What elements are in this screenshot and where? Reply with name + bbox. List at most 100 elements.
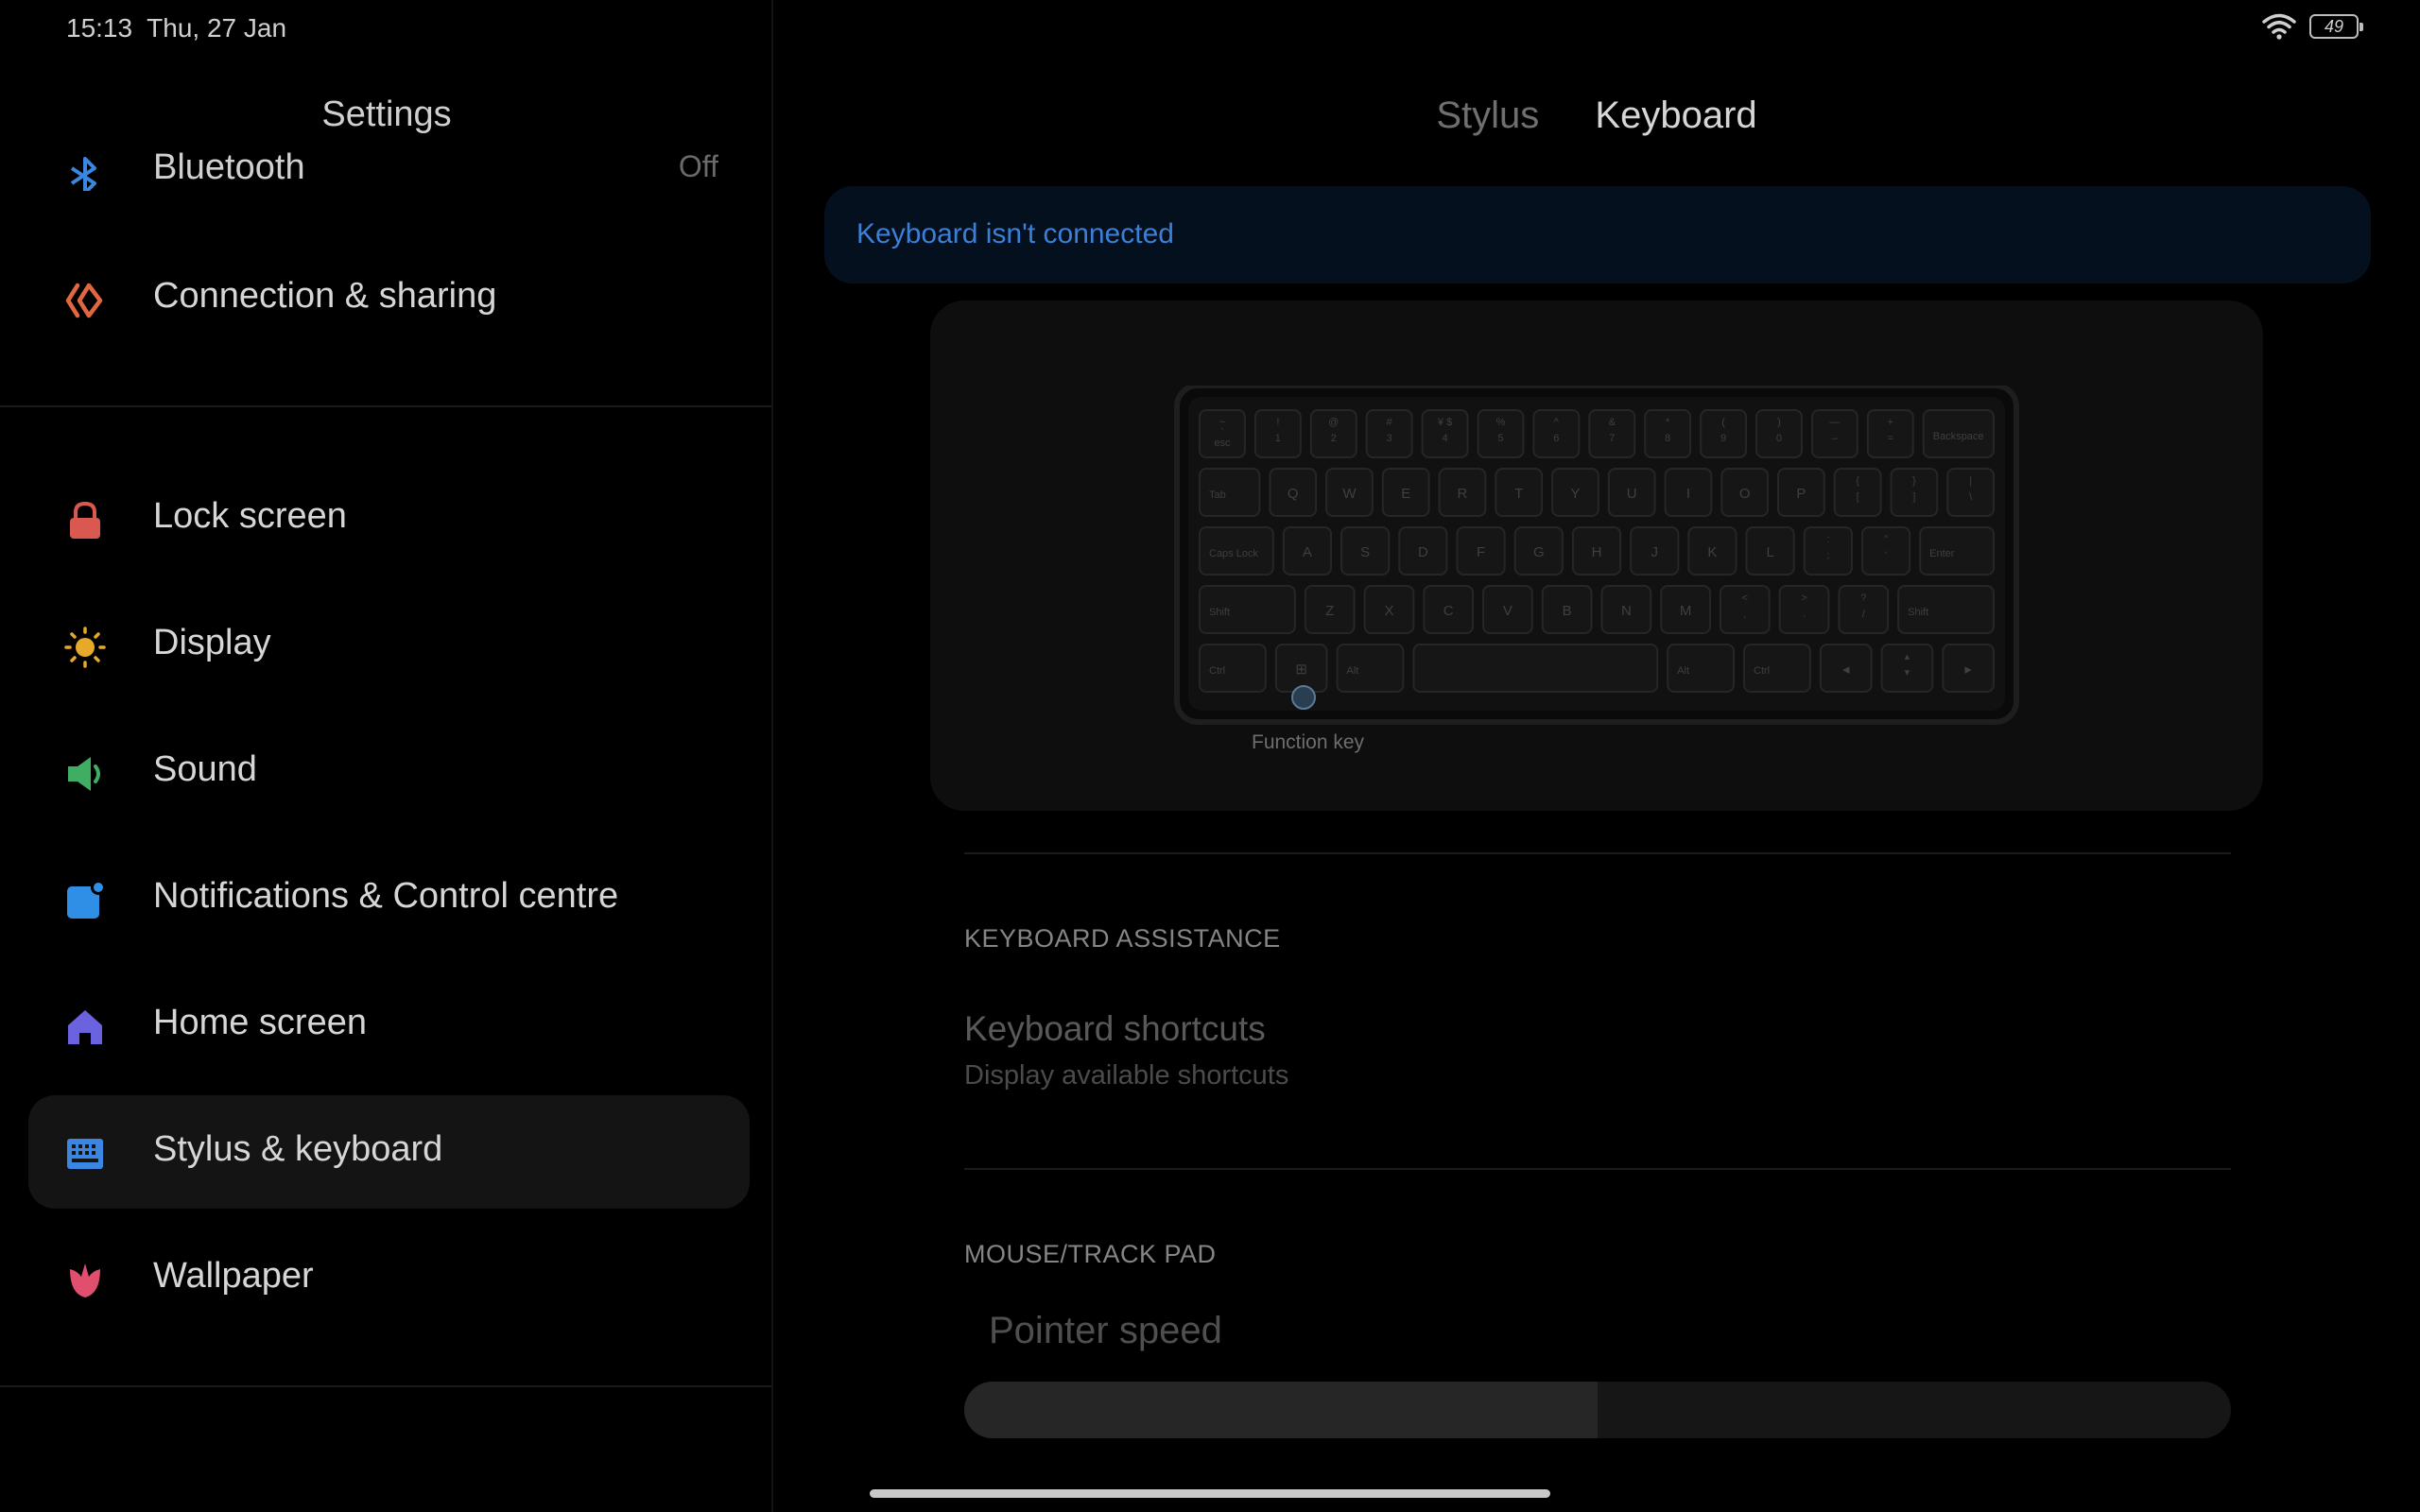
keyboard-key: ?/ [1838,585,1890,634]
sidebar-item-label: Wallpaper [153,1256,314,1296]
svg-text:¥ $: ¥ $ [1437,417,1452,428]
svg-text:E: E [1401,486,1410,502]
keyboard-key: H [1571,526,1622,576]
sidebar-item-notifications[interactable]: Notifications & Control centre [28,842,750,955]
tab-keyboard[interactable]: Keyboard [1595,94,1756,137]
svg-text:⊞: ⊞ [1295,662,1307,678]
keyboard-shortcuts-subtitle: Display available shortcuts [964,1060,1289,1091]
svg-text:K: K [1707,544,1717,560]
svg-text:▸: ▸ [1964,662,1972,678]
keyboard-key: %5 [1477,409,1525,458]
notification-icon [67,880,106,919]
keyboard-key: Z [1304,585,1356,634]
svg-text::: : [1826,534,1829,545]
svg-text:&: & [1609,417,1616,428]
svg-text:M: M [1680,603,1692,619]
svg-text:,: , [1743,609,1746,620]
keyboard-key: W [1325,468,1374,517]
svg-text:Shift: Shift [1209,607,1230,618]
keyboard-key: "' [1860,526,1911,576]
keyboard-key: ~`esc [1199,409,1246,458]
keyboard-illustration-card: ~ ` esc! 1 @2 #3 ¥ $4% 5 ^ 6 & 7 * 8(9) 0— – + = Backspace… [930,301,2263,811]
svg-text:O: O [1739,486,1751,502]
svg-text:!: ! [1276,417,1279,428]
sidebar-item-label: Connection & sharing [153,276,497,316]
sidebar-item-label: Stylus & keyboard [153,1129,443,1169]
keyboard-key: D [1398,526,1448,576]
svg-text:7: 7 [1609,433,1615,444]
keyboard-key: S [1340,526,1391,576]
svg-text:C: C [1443,603,1454,619]
svg-text:[: [ [1857,491,1859,503]
tulip-icon [70,1263,100,1297]
sidebar-item-bluetooth[interactable]: Bluetooth Off [66,151,718,191]
svg-text:]: ] [1912,491,1915,503]
sidebar-item-connection-sharing[interactable]: Connection & sharing [28,242,750,355]
keyboard-key: Q [1269,468,1318,517]
keyboard-key: Alt [1336,644,1405,693]
banner-text: Keyboard isn't connected [856,218,1174,249]
sun-icon [64,627,106,668]
svg-text:F: F [1477,544,1485,560]
keyboard-status-banner: Keyboard isn't connected [824,186,2371,284]
svg-text:esc: esc [1214,438,1231,449]
svg-text:P: P [1796,486,1806,502]
svg-text:—: — [1829,417,1840,428]
keyboard-key: Y [1551,468,1599,517]
svg-text:Q: Q [1288,486,1299,502]
keyboard-key [1412,644,1659,693]
sidebar-item-label: Notifications & Control centre [153,876,619,916]
svg-text:+: + [1888,417,1893,428]
svg-text:S: S [1360,544,1370,560]
battery-icon: 49 [2309,14,2363,39]
keyboard-key: }] [1890,468,1939,517]
svg-text:@: @ [1328,417,1339,428]
sidebar-item-label: Home screen [153,1003,367,1042]
lock-icon [70,501,100,539]
keyboard-key: )0 [1755,409,1803,458]
keyboard-key: A [1282,526,1333,576]
sidebar-item-lock-screen[interactable]: Lock screen [28,462,750,576]
svg-text:V: V [1503,603,1512,619]
svg-text:>: > [1801,593,1806,604]
svg-text:8: 8 [1665,433,1670,444]
keyboard-key: ^6 [1532,409,1581,458]
keyboard-key: K [1687,526,1737,576]
status-icons: 49 [2262,13,2363,40]
sidebar-item-label: Sound [153,749,257,789]
svg-text:<: < [1742,593,1748,604]
keyboard-key: G [1513,526,1564,576]
keyboard-key: Caps Lock [1199,526,1274,576]
keyboard-key: {[ [1833,468,1882,517]
svg-text:Z: Z [1325,603,1334,619]
svg-text:Shift: Shift [1908,607,1928,618]
svg-text:5: 5 [1497,433,1503,444]
svg-text:=: = [1888,433,1893,444]
sidebar-divider [0,1385,771,1387]
home-indicator[interactable] [870,1489,1550,1498]
svg-text:0: 0 [1776,433,1782,444]
sidebar-item-stylus-keyboard[interactable]: Stylus & keyboard [28,1095,750,1209]
sidebar-item-label: Display [153,623,271,662]
keyboard-key: Backspace [1922,409,1996,458]
mouse-trackpad-header: MOUSE/TRACK PAD [964,1240,1217,1268]
keyboard-key: Shift [1199,585,1296,634]
svg-text:Tab: Tab [1209,490,1226,501]
keyboard-key: ▴▾ [1880,644,1934,693]
sidebar-item-wallpaper[interactable]: Wallpaper [28,1222,750,1335]
sidebar-item-display[interactable]: Display [28,589,750,702]
svg-text:?: ? [1860,593,1866,604]
keyboard-key: R [1438,468,1487,517]
svg-text:#: # [1387,417,1393,428]
svg-text:Y: Y [1570,486,1580,502]
svg-text:L: L [1766,544,1773,560]
tab-stylus[interactable]: Stylus [1436,94,1539,137]
wifi-icon [2262,13,2296,40]
keyboard-key: Ctrl [1743,644,1811,693]
settings-title: Settings [321,94,452,134]
pointer-speed-slider[interactable] [964,1382,2231,1438]
function-key-label: Function key [1252,731,1365,753]
sidebar-item-sound[interactable]: Sound [28,715,750,829]
sidebar-item-home-screen[interactable]: Home screen [28,969,750,1082]
svg-text:A: A [1303,544,1312,560]
